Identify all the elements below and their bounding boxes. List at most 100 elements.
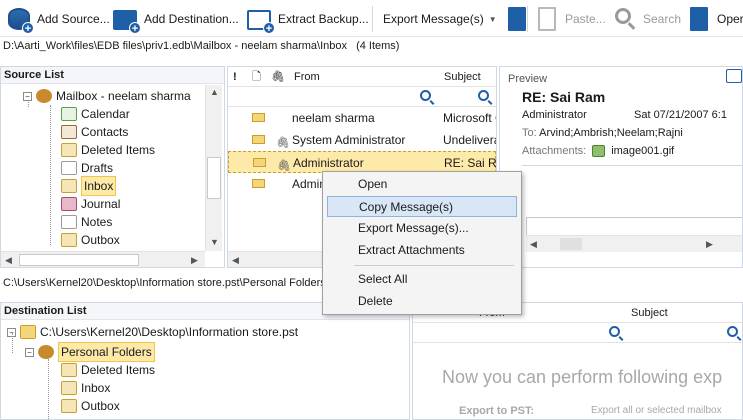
scroll-right-icon[interactable]: ▶ — [191, 255, 198, 266]
export-pst-description: Export all or selected mailbox — [591, 405, 722, 416]
tree-item-deleted-items[interactable]: Deleted Items — [61, 141, 155, 159]
menu-item-select-all[interactable]: Select All — [327, 269, 517, 290]
preview-sender: Administrator — [522, 109, 587, 121]
tree-item-notes[interactable]: Notes — [61, 213, 112, 231]
tree-item-inbox[interactable]: Inbox — [61, 176, 117, 196]
tree-item-contacts[interactable]: Contacts — [61, 123, 128, 141]
preview-recipients: To: Arvind;Ambrish;Neelam;Rajni — [522, 127, 683, 139]
pst-root-label: C:\Users\Kernel20\Desktop\Information st… — [40, 325, 299, 339]
scroll-left-icon[interactable]: ◀ — [530, 239, 537, 250]
menu-item-export-messages[interactable]: Export Message(s)... — [327, 218, 517, 239]
tree-item-inbox[interactable]: Inbox — [61, 379, 110, 397]
open-button[interactable]: Oper — [686, 6, 743, 32]
extract-backup-button[interactable]: + Extract Backup... — [247, 6, 369, 35]
source-list-panel: Source List − Mailbox - neelam sharma Ca… — [0, 66, 225, 268]
outbox-icon — [61, 399, 77, 413]
open-label: Oper — [717, 12, 743, 26]
search-icon[interactable] — [727, 326, 738, 337]
subject-column-header[interactable]: Subject — [631, 303, 668, 323]
tree-item-label: Outbox — [81, 233, 120, 247]
tree-item-journal[interactable]: Journal — [61, 195, 120, 213]
search-icon[interactable] — [420, 90, 431, 101]
scroll-right-icon[interactable]: ▶ — [706, 239, 713, 250]
message-list-header: ! 🗋 🖇 From Subject — [228, 67, 496, 87]
menu-item-copy-messages[interactable]: Copy Message(s) — [327, 196, 517, 217]
scroll-left-icon[interactable]: ◀ — [5, 255, 12, 266]
tree-item-calendar[interactable]: Calendar — [61, 105, 130, 123]
menu-item-open[interactable]: Open — [327, 174, 517, 195]
search-icon — [612, 6, 638, 32]
flag-column-header[interactable]: ! — [233, 67, 237, 87]
destination-path: C:\Users\Kernel20\Desktop\Information st… — [3, 277, 326, 289]
tree-item-label: Deleted Items — [81, 143, 156, 157]
collapse-icon[interactable]: − — [23, 91, 32, 101]
add-destination-label: Add Destination... — [144, 12, 239, 26]
search-icon[interactable] — [609, 326, 620, 337]
to-label: To: — [522, 127, 537, 139]
destination-grid-panel: From Subject Now you can perform followi… — [412, 302, 743, 420]
export-messages-button[interactable]: Export Message(s) ▼ — [383, 6, 530, 32]
chevron-down-icon[interactable]: ▼ — [489, 15, 497, 24]
toolbar: + Add Source... + Add Destination... + E… — [0, 0, 743, 37]
folder-extract-icon: + — [247, 6, 275, 35]
subject-column-header[interactable]: Subject — [444, 67, 481, 87]
message-row-selected[interactable]: 🖇 Administrator RE: Sai Ra — [228, 151, 496, 173]
tree-item-label: Journal — [81, 197, 121, 211]
tree-item-label: Notes — [81, 215, 113, 229]
search-button[interactable]: Search — [612, 6, 681, 32]
scroll-thumb[interactable] — [560, 238, 582, 250]
paste-icon — [534, 6, 560, 32]
toolbar-separator — [372, 6, 373, 32]
scroll-up-icon[interactable]: ▲ — [210, 87, 219, 97]
preview-subject: RE: Sai Ram — [522, 89, 606, 105]
attachment-filename[interactable]: image001.gif — [611, 145, 674, 157]
source-horizontal-scrollbar[interactable]: ◀ ▶ — [1, 251, 205, 267]
contacts-icon — [61, 125, 77, 139]
tree-item-mailbox[interactable]: − Mailbox - neelam sharma — [23, 87, 191, 105]
envelope-icon — [253, 158, 266, 167]
tree-item-pst-root[interactable]: − C:\Users\Kernel20\Desktop\Information … — [7, 323, 298, 341]
toolbar-separator — [527, 6, 528, 32]
scroll-thumb[interactable] — [207, 157, 221, 199]
mailbox-icon — [38, 345, 54, 359]
scroll-left-icon[interactable]: ◀ — [232, 255, 239, 266]
chat-icon[interactable] — [726, 69, 742, 83]
menu-item-delete[interactable]: Delete — [327, 291, 517, 312]
scroll-thumb[interactable] — [19, 254, 139, 266]
attachments-label: Attachments: — [522, 145, 587, 157]
paste-button[interactable]: Paste... — [534, 6, 606, 32]
journal-icon — [61, 197, 77, 211]
scroll-down-icon[interactable]: ▼ — [210, 237, 219, 247]
document-column-icon[interactable]: 🗋 — [252, 67, 261, 87]
gear-document-icon — [686, 6, 712, 32]
add-source-button[interactable]: + Add Source... — [6, 6, 110, 35]
export-messages-label: Export Message(s) — [383, 12, 484, 26]
tree-item-label: Outbox — [81, 399, 120, 413]
tree-item-drafts[interactable]: Drafts — [61, 159, 113, 177]
message-from: System Administrator — [292, 133, 406, 147]
tree-item-deleted-items[interactable]: Deleted Items — [61, 361, 155, 379]
envelope-icon — [252, 135, 265, 144]
message-row[interactable]: neelam sharma Microsoft C — [228, 107, 496, 129]
tree-item-label: Calendar — [81, 107, 130, 121]
preview-horizontal-scrollbar[interactable]: ◀ ▶ — [526, 235, 742, 252]
tree-item-outbox[interactable]: Outbox — [61, 231, 120, 249]
tree-item-outbox[interactable]: Outbox — [61, 397, 120, 415]
attachment-column-icon[interactable]: 🖇 — [271, 67, 285, 87]
preview-date: Sat 07/21/2007 6:1 — [634, 109, 727, 121]
deleted-items-icon — [61, 363, 77, 377]
add-destination-button[interactable]: + Add Destination... — [113, 6, 239, 35]
message-row[interactable]: 🖇 System Administrator Undelivera — [228, 129, 496, 151]
tree-item-personal-folders[interactable]: − Personal Folders — [25, 342, 155, 362]
search-icon[interactable] — [478, 90, 489, 101]
deleted-items-icon — [61, 143, 77, 157]
collapse-icon[interactable]: − — [25, 347, 34, 357]
pst-file-icon — [20, 325, 36, 339]
document-export-icon — [504, 6, 530, 32]
menu-item-extract-attachments[interactable]: Extract Attachments — [327, 240, 517, 261]
preview-label: Preview — [508, 73, 548, 85]
filter-row — [228, 87, 496, 107]
from-column-header[interactable]: From — [294, 67, 320, 87]
source-vertical-scrollbar[interactable]: ▲ ▼ — [205, 85, 222, 251]
tree-item-label: Deleted Items — [81, 363, 156, 377]
